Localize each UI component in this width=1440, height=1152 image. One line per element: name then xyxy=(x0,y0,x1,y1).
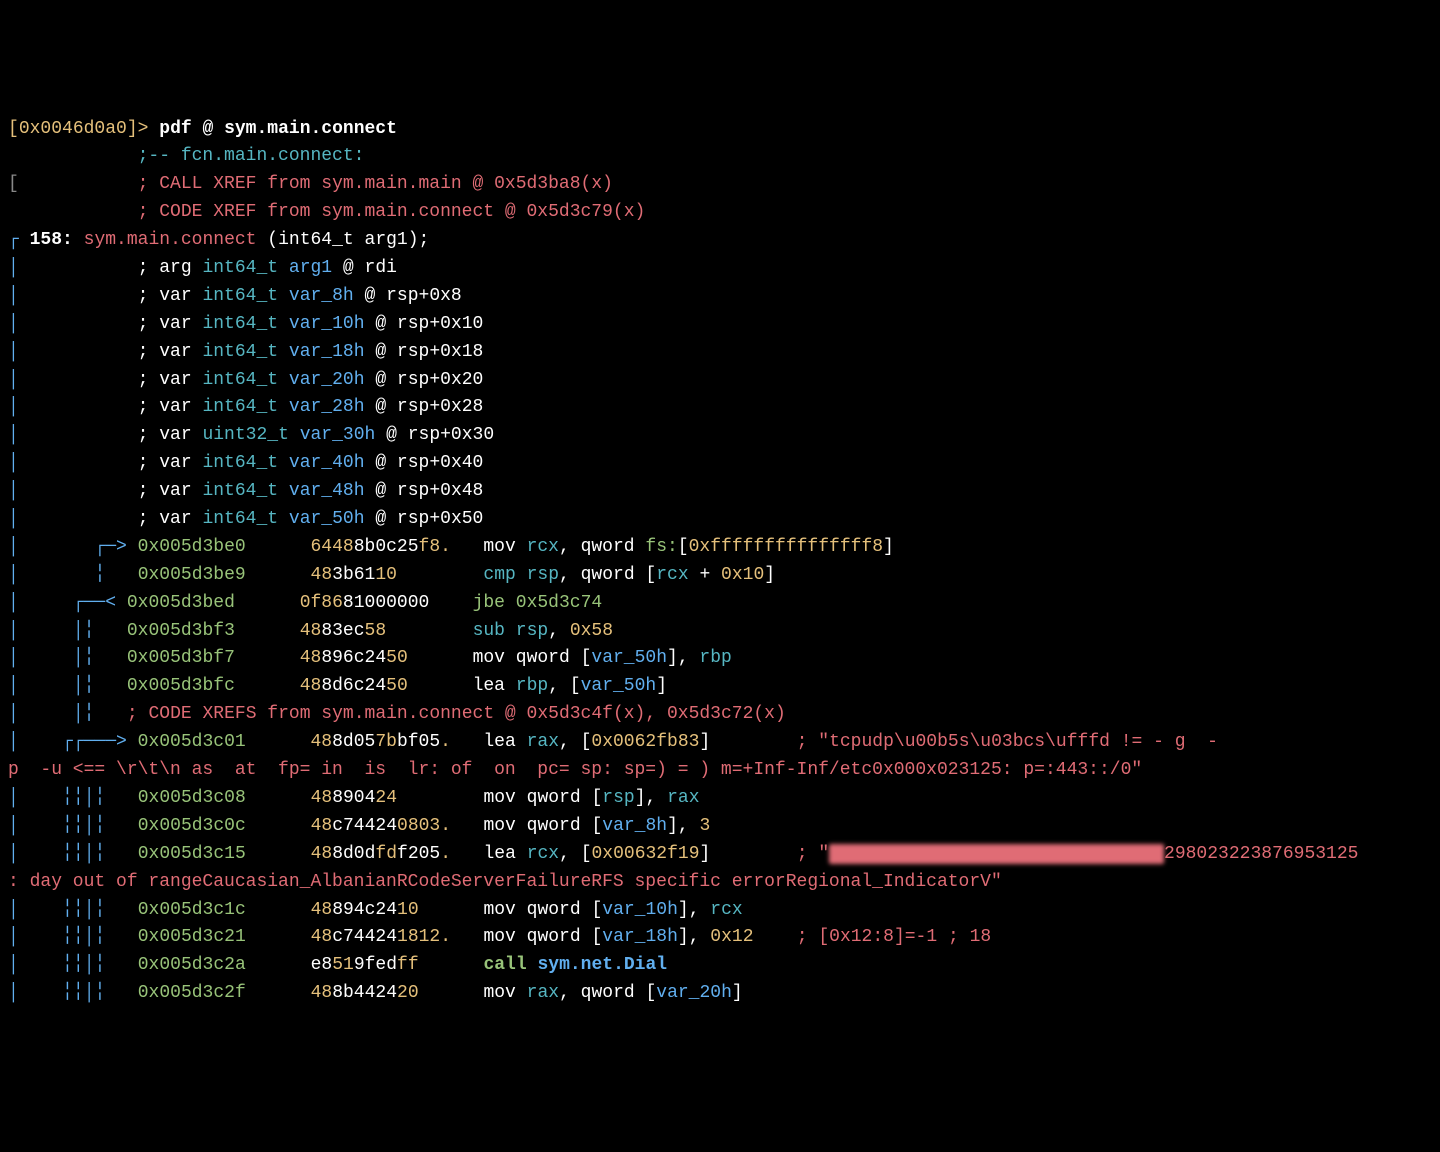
terminal-output: [0x0046d0a0]> pdf @ sym.main.connect ;--… xyxy=(8,116,1432,1009)
